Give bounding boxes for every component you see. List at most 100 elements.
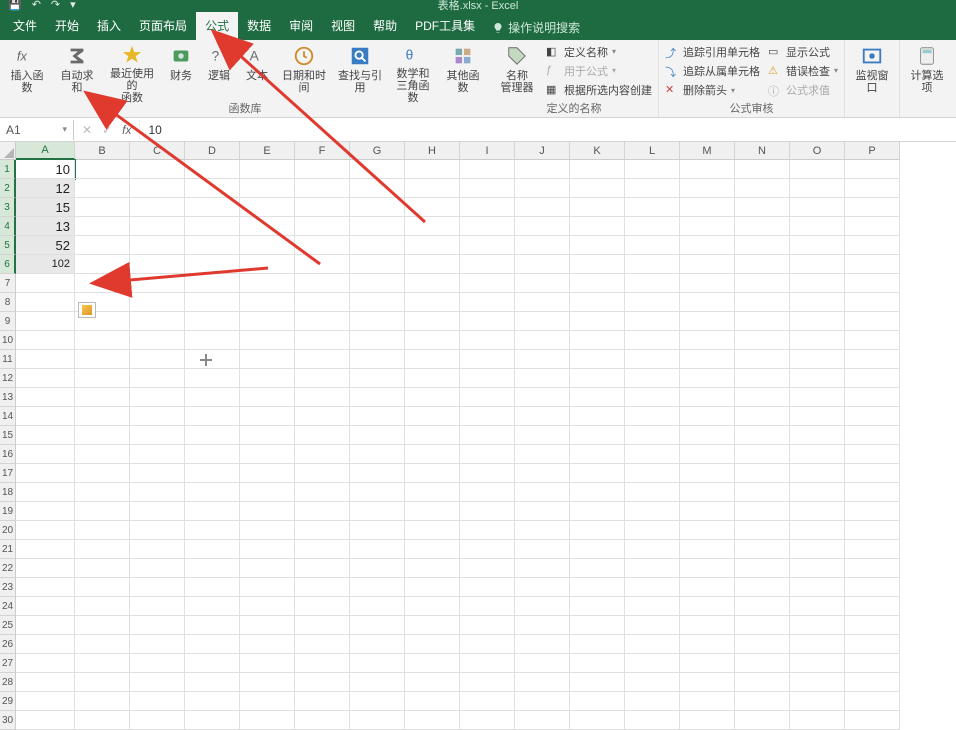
cell-B29[interactable]: [75, 692, 130, 711]
cell-D8[interactable]: [185, 293, 240, 312]
cell-A12[interactable]: [16, 369, 75, 388]
cell-H12[interactable]: [405, 369, 460, 388]
error-checking-item[interactable]: ⚠错误检查▾: [768, 62, 838, 80]
row-header-19[interactable]: 19: [0, 502, 16, 521]
cell-F11[interactable]: [295, 350, 350, 369]
cell-J22[interactable]: [515, 559, 570, 578]
cell-N20[interactable]: [735, 521, 790, 540]
lookup-ref-button[interactable]: 查找与引用: [332, 40, 388, 102]
cell-B12[interactable]: [75, 369, 130, 388]
row-header-27[interactable]: 27: [0, 654, 16, 673]
cell-I14[interactable]: [460, 407, 515, 426]
cell-J17[interactable]: [515, 464, 570, 483]
cell-O7[interactable]: [790, 274, 845, 293]
cell-N6[interactable]: [735, 255, 790, 274]
row-header-5[interactable]: 5: [0, 236, 16, 255]
cell-D30[interactable]: [185, 711, 240, 730]
cell-L24[interactable]: [625, 597, 680, 616]
cell-L9[interactable]: [625, 312, 680, 331]
cell-F10[interactable]: [295, 331, 350, 350]
cell-B5[interactable]: [75, 236, 130, 255]
cell-O13[interactable]: [790, 388, 845, 407]
cell-D3[interactable]: [185, 198, 240, 217]
cell-E20[interactable]: [240, 521, 295, 540]
cell-C17[interactable]: [130, 464, 185, 483]
cell-M5[interactable]: [680, 236, 735, 255]
cell-E25[interactable]: [240, 616, 295, 635]
row-header-11[interactable]: 11: [0, 350, 16, 369]
cell-F13[interactable]: [295, 388, 350, 407]
cell-I30[interactable]: [460, 711, 515, 730]
cell-C10[interactable]: [130, 331, 185, 350]
cell-N3[interactable]: [735, 198, 790, 217]
cell-P3[interactable]: [845, 198, 900, 217]
row-header-24[interactable]: 24: [0, 597, 16, 616]
tab-view[interactable]: 视图: [322, 11, 364, 40]
cell-J13[interactable]: [515, 388, 570, 407]
cell-O18[interactable]: [790, 483, 845, 502]
cell-M25[interactable]: [680, 616, 735, 635]
cell-I24[interactable]: [460, 597, 515, 616]
cell-K17[interactable]: [570, 464, 625, 483]
cell-A17[interactable]: [16, 464, 75, 483]
cell-D28[interactable]: [185, 673, 240, 692]
cell-J11[interactable]: [515, 350, 570, 369]
cell-D15[interactable]: [185, 426, 240, 445]
cell-C11[interactable]: [130, 350, 185, 369]
name-box-dropdown-icon[interactable]: ▾: [62, 124, 67, 135]
cell-I22[interactable]: [460, 559, 515, 578]
cell-P20[interactable]: [845, 521, 900, 540]
cell-P9[interactable]: [845, 312, 900, 331]
cell-H20[interactable]: [405, 521, 460, 540]
cell-O24[interactable]: [790, 597, 845, 616]
cell-A20[interactable]: [16, 521, 75, 540]
row-header-12[interactable]: 12: [0, 369, 16, 388]
cell-O21[interactable]: [790, 540, 845, 559]
create-from-selection-item[interactable]: ▦根据所选内容创建: [546, 81, 652, 99]
cell-K5[interactable]: [570, 236, 625, 255]
cell-D16[interactable]: [185, 445, 240, 464]
cell-E3[interactable]: [240, 198, 295, 217]
cell-C30[interactable]: [130, 711, 185, 730]
cell-D29[interactable]: [185, 692, 240, 711]
cell-H24[interactable]: [405, 597, 460, 616]
row-header-3[interactable]: 3: [0, 198, 16, 217]
recent-functions-button[interactable]: 最近使用的 函数: [102, 40, 162, 102]
cell-A26[interactable]: [16, 635, 75, 654]
cell-H6[interactable]: [405, 255, 460, 274]
cell-J15[interactable]: [515, 426, 570, 445]
cell-B21[interactable]: [75, 540, 130, 559]
cell-O23[interactable]: [790, 578, 845, 597]
cell-G5[interactable]: [350, 236, 405, 255]
cell-M6[interactable]: [680, 255, 735, 274]
row-header-8[interactable]: 8: [0, 293, 16, 312]
cell-H27[interactable]: [405, 654, 460, 673]
select-all-corner[interactable]: [0, 142, 16, 160]
cell-A19[interactable]: [16, 502, 75, 521]
cell-L6[interactable]: [625, 255, 680, 274]
cell-G30[interactable]: [350, 711, 405, 730]
row-header-7[interactable]: 7: [0, 274, 16, 293]
cell-A1[interactable]: 10: [16, 160, 75, 179]
cell-K8[interactable]: [570, 293, 625, 312]
cell-G8[interactable]: [350, 293, 405, 312]
cell-N22[interactable]: [735, 559, 790, 578]
cell-H17[interactable]: [405, 464, 460, 483]
cell-O1[interactable]: [790, 160, 845, 179]
cell-G3[interactable]: [350, 198, 405, 217]
fx-icon-bar[interactable]: fx: [122, 123, 131, 137]
cell-F2[interactable]: [295, 179, 350, 198]
cell-O15[interactable]: [790, 426, 845, 445]
column-header-B[interactable]: B: [75, 142, 130, 160]
cell-A28[interactable]: [16, 673, 75, 692]
cell-J7[interactable]: [515, 274, 570, 293]
cell-D5[interactable]: [185, 236, 240, 255]
cell-F18[interactable]: [295, 483, 350, 502]
insert-function-button[interactable]: fx 插入函数: [2, 40, 52, 102]
cell-H23[interactable]: [405, 578, 460, 597]
cell-G23[interactable]: [350, 578, 405, 597]
cell-I20[interactable]: [460, 521, 515, 540]
cell-F28[interactable]: [295, 673, 350, 692]
cell-F5[interactable]: [295, 236, 350, 255]
cell-N2[interactable]: [735, 179, 790, 198]
